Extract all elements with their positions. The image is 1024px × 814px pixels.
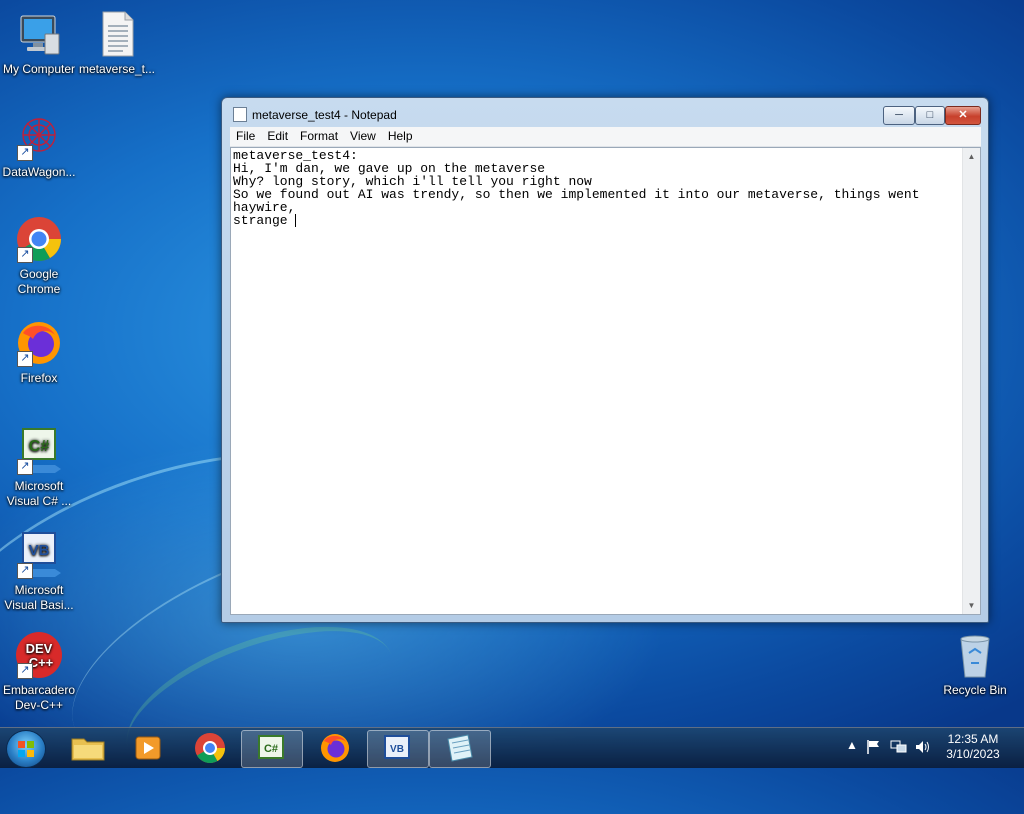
taskbar-notepad-button[interactable] (429, 730, 491, 768)
datawagon-icon: ↗ (15, 113, 63, 161)
vertical-scrollbar[interactable]: ▲ ▼ (962, 148, 980, 614)
taskbar-visual-basic-button[interactable]: VB (367, 730, 429, 768)
menu-view[interactable]: View (344, 127, 382, 146)
title-bar[interactable]: metaverse_test4 - Notepad ─ □ ✕ (222, 98, 988, 126)
close-button[interactable]: ✕ (945, 106, 981, 125)
desktop-icon-label: Firefox (20, 371, 58, 385)
desktop-icon-text-file[interactable]: metaverse_t... (78, 10, 156, 77)
media-player-icon (135, 736, 161, 760)
desktop-icon-visual-basic[interactable]: VB ↗ Microsoft Visual Basi... (0, 531, 78, 613)
firefox-icon: ↗ (15, 319, 63, 367)
window-title: metaverse_test4 - Notepad (252, 108, 397, 122)
maximize-button[interactable]: □ (915, 106, 945, 125)
notepad-icon (447, 734, 473, 762)
network-icon[interactable] (890, 739, 908, 755)
visual-csharp-icon: C# (258, 735, 284, 759)
svg-text:DEV: DEV (26, 641, 53, 656)
taskbar-chrome-button[interactable] (180, 730, 240, 766)
shortcut-arrow-icon: ↗ (17, 145, 33, 161)
shortcut-arrow-icon: ↗ (17, 351, 33, 367)
recycle-bin-icon (951, 631, 999, 679)
svg-text:VB: VB (390, 744, 404, 755)
taskbar-firefox-button[interactable] (305, 730, 365, 766)
svg-text:C#: C# (264, 743, 278, 755)
shortcut-arrow-icon: ↗ (17, 663, 33, 679)
desktop-icon-datawagon[interactable]: ↗ DataWagon... (0, 113, 78, 180)
taskbar: C# VB ▲ 12:35 AM 3/10/2023 (0, 727, 1024, 768)
shortcut-arrow-icon: ↗ (17, 459, 33, 475)
firefox-icon (321, 734, 349, 762)
desktop-icon-firefox[interactable]: ↗ Firefox (0, 319, 78, 386)
notepad-window[interactable]: metaverse_test4 - Notepad ─ □ ✕ File Edit… (221, 97, 989, 623)
desktop-icon-my-computer[interactable]: My Computer (0, 10, 78, 77)
chrome-icon (195, 733, 225, 764)
visual-csharp-icon: C# ↗ (15, 427, 63, 475)
desktop-icon-label: Microsoft Visual C# ... (6, 479, 72, 508)
menu-file[interactable]: File (230, 127, 261, 146)
menu-bar: File Edit Format View Help (230, 127, 981, 147)
dev-cpp-icon: DEV C++ ↗ (15, 631, 63, 679)
menu-edit[interactable]: Edit (261, 127, 294, 146)
desktop-icon-label: My Computer (2, 62, 76, 76)
svg-text:C#: C# (29, 438, 50, 455)
text-document-icon (93, 10, 141, 58)
desktop-icon-label: metaverse_t... (78, 62, 156, 76)
taskbar-visual-csharp-button[interactable]: C# (241, 730, 303, 768)
text-line: haywire, (233, 200, 296, 215)
chrome-icon: ↗ (15, 215, 63, 263)
text-editor[interactable]: metaverse_test4: Hi, I'm dan, we gave up … (230, 147, 981, 615)
show-hidden-icons-button[interactable]: ▲ (846, 738, 858, 752)
minimize-button[interactable]: ─ (883, 106, 915, 125)
desktop-icon-label: Embarcadero Dev-C++ (2, 683, 76, 712)
desktop-icon-recycle-bin[interactable]: Recycle Bin (936, 631, 1014, 698)
desktop-icon-dev-cpp[interactable]: DEV C++ ↗ Embarcadero Dev-C++ (0, 631, 78, 713)
clock-time: 12:35 AM (947, 732, 999, 746)
visual-basic-icon: VB ↗ (15, 531, 63, 579)
text-line: So we found out AI was trendy, so then w… (233, 187, 920, 202)
desktop-icon-label: Recycle Bin (943, 683, 1007, 697)
shortcut-arrow-icon: ↗ (17, 563, 33, 579)
computer-icon (15, 10, 63, 58)
wallpaper-streak (106, 595, 414, 811)
menu-help[interactable]: Help (382, 127, 419, 146)
scroll-up-arrow-icon[interactable]: ▲ (963, 148, 980, 165)
volume-icon[interactable] (914, 739, 932, 755)
visual-basic-icon: VB (384, 735, 410, 759)
desktop-icon-google-chrome[interactable]: ↗ Google Chrome (0, 215, 78, 297)
system-clock[interactable]: 12:35 AM 3/10/2023 (940, 732, 1006, 762)
text-line: strange (233, 213, 296, 228)
taskbar-media-player-button[interactable] (118, 730, 178, 766)
notepad-icon (233, 107, 247, 122)
editor-text[interactable]: metaverse_test4: Hi, I'm dan, we gave up … (233, 149, 960, 614)
windows-logo-icon (18, 741, 34, 757)
shortcut-arrow-icon: ↗ (17, 247, 33, 263)
action-center-flag-icon[interactable] (866, 739, 882, 755)
desktop-icon-label: DataWagon... (2, 165, 76, 179)
folder-icon (71, 738, 105, 761)
start-button[interactable] (6, 730, 46, 768)
taskbar-explorer-button[interactable] (58, 730, 118, 766)
menu-format[interactable]: Format (294, 127, 344, 146)
clock-date: 3/10/2023 (946, 747, 1000, 761)
desktop-icon-visual-csharp[interactable]: C# ↗ Microsoft Visual C# ... (0, 427, 78, 509)
text-caret (295, 214, 297, 227)
scroll-down-arrow-icon[interactable]: ▼ (963, 597, 980, 614)
svg-text:VB: VB (29, 542, 50, 559)
desktop-icon-label: Google Chrome (17, 267, 61, 296)
desktop-icon-label: Microsoft Visual Basi... (4, 583, 74, 612)
